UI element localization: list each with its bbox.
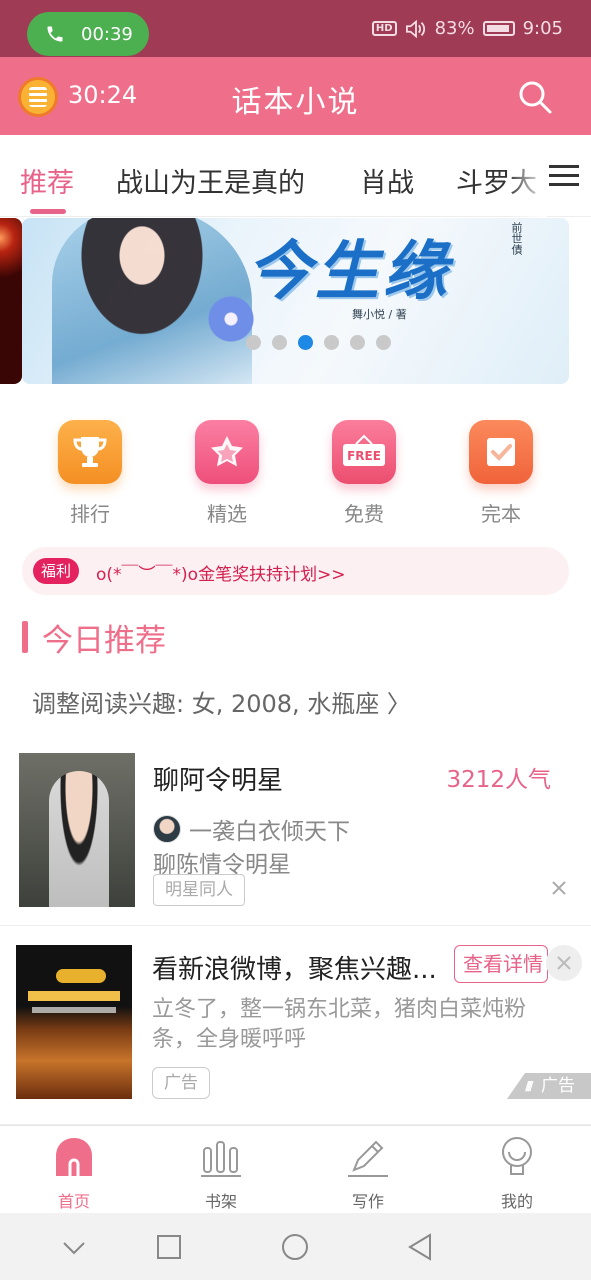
banner-title: 今生缘 [247,234,451,309]
ad-card[interactable]: 看新浪微博，聚焦兴趣... 查看详情 立冬了，整一锅东北菜，猪肉白菜炖粉条，全身… [0,927,591,1125]
tab-xiaozhan[interactable]: 肖战 [360,161,414,200]
banner-previous-slide[interactable] [0,218,22,384]
bookshelf-icon [201,1141,241,1177]
chevron-down-icon[interactable] [60,1233,88,1261]
avatar[interactable] [153,815,181,843]
book-title[interactable]: 聊阿令明星 [153,760,283,797]
app-bar: 30:24 话本小说 [0,57,591,135]
carousel-dot[interactable] [246,335,261,350]
battery-icon [482,21,515,36]
search-icon[interactable] [517,79,553,115]
close-icon [557,956,571,970]
battery-percent: 83% [434,18,475,39]
tab-recommend[interactable]: 推荐 [20,161,74,200]
free-sign-icon: FREE [332,420,396,484]
ad-description: 立冬了，整一锅东北菜，猪肉白菜炖粉条，全身暖呼呼 [152,997,527,1052]
carousel-dot[interactable] [376,335,391,350]
welfare-text[interactable]: o(*￣︶￣*)o金笔奖扶持计划>> [96,560,346,585]
category-label: 精选 [207,502,247,526]
category-picks[interactable]: 精选 [177,420,277,527]
book-card[interactable]: 聊阿令明星 3212人气 一袭白衣倾天下 聊陈情令明星 明星同人 [0,750,591,926]
trophy-icon [58,420,122,484]
profile-icon [502,1137,532,1175]
menu-icon[interactable] [549,163,579,189]
close-icon[interactable] [551,880,567,896]
carousel-dots [246,335,391,350]
nav-label: 首页 [57,1192,90,1211]
volume-icon [405,19,425,38]
banner-subtitle: 前世債 [510,222,523,255]
phone-icon [47,26,63,42]
carousel-dot-active[interactable] [298,335,313,350]
view-details-button[interactable]: 查看详情 [454,945,548,983]
nav-write[interactable]: 写作 [318,1134,418,1212]
call-time: 00:39 [81,23,133,45]
category-rank[interactable]: 排行 [40,420,140,527]
nav-label: 写作 [351,1192,384,1211]
tab-zhanshan[interactable]: 战山为王是真的 [116,161,305,200]
system-navigation-bar [0,1213,591,1280]
popularity-count: 3212人气 [446,767,551,793]
nav-profile[interactable]: 我的 [467,1134,567,1212]
free-sign-text: FREE [347,449,381,463]
carousel-dot[interactable] [350,335,365,350]
category-label: 排行 [70,502,110,526]
carousel-dot[interactable] [324,335,339,350]
nav-label: 我的 [500,1192,533,1211]
category-tabs: 推荐 战山为王是真的 肖战 斗罗大 [0,135,591,217]
nav-home[interactable]: 首页 [24,1134,124,1212]
reading-preference-link[interactable]: 调整阅读兴趣: 女, 2008, 水瓶座 〉 [32,684,411,719]
ad-mark: 广告 [507,1073,591,1099]
nav-label: 书架 [204,1192,237,1211]
ad-close-button[interactable] [546,945,582,981]
category-label: 完本 [481,502,521,526]
tab-fade [507,135,547,217]
nav-bookshelf[interactable]: 书架 [171,1134,271,1212]
welfare-tag: 福利 [33,558,80,584]
section-title: 今日推荐 [42,622,166,659]
star-icon [195,420,259,484]
home-icon [56,1138,92,1176]
book-cover[interactable] [19,753,135,907]
ad-title[interactable]: 看新浪微博，聚焦兴趣... [152,949,452,986]
back-icon[interactable] [406,1233,434,1261]
category-free[interactable]: FREE 免费 [314,420,414,527]
category-completed[interactable]: 完本 [451,420,551,527]
clock: 9:05 [522,18,563,39]
ad-image[interactable] [16,945,132,1099]
author-name[interactable]: 一袭白衣倾天下 [189,812,350,846]
welfare-banner[interactable]: 福利 o(*￣︶￣*)o金笔奖扶持计划>> [22,547,569,595]
ad-tag: 广告 [152,1067,210,1099]
section-accent-bar [22,621,28,653]
hd-icon: HD [371,21,397,36]
banner-slide[interactable]: 今生缘 舞小悦 / 著 前世債 [22,218,569,384]
bottom-navigation: 首页 书架 写作 我的 [0,1125,591,1213]
category-shortcuts: 排行 精选 FREE 免费 完本 [0,420,591,530]
category-label: 免费 [344,502,384,526]
tab-indicator [30,209,66,214]
author-row[interactable]: 一袭白衣倾天下 [153,812,350,846]
call-indicator[interactable]: 00:39 [27,12,149,56]
banner-author: 舞小悦 / 著 [352,308,407,321]
checkmark-icon [469,420,533,484]
carousel-dot[interactable] [272,335,287,350]
recents-icon[interactable] [155,1233,183,1261]
section-header: 今日推荐 [22,617,166,659]
banner-carousel[interactable]: 今生缘 舞小悦 / 著 前世債 [0,218,591,386]
pen-icon [348,1140,388,1177]
app-title: 话本小说 [231,85,360,120]
genre-tag: 明星同人 [153,874,245,906]
home-circle-icon[interactable] [281,1233,309,1261]
status-bar: 00:39 HD 83% 9:05 [0,0,591,57]
